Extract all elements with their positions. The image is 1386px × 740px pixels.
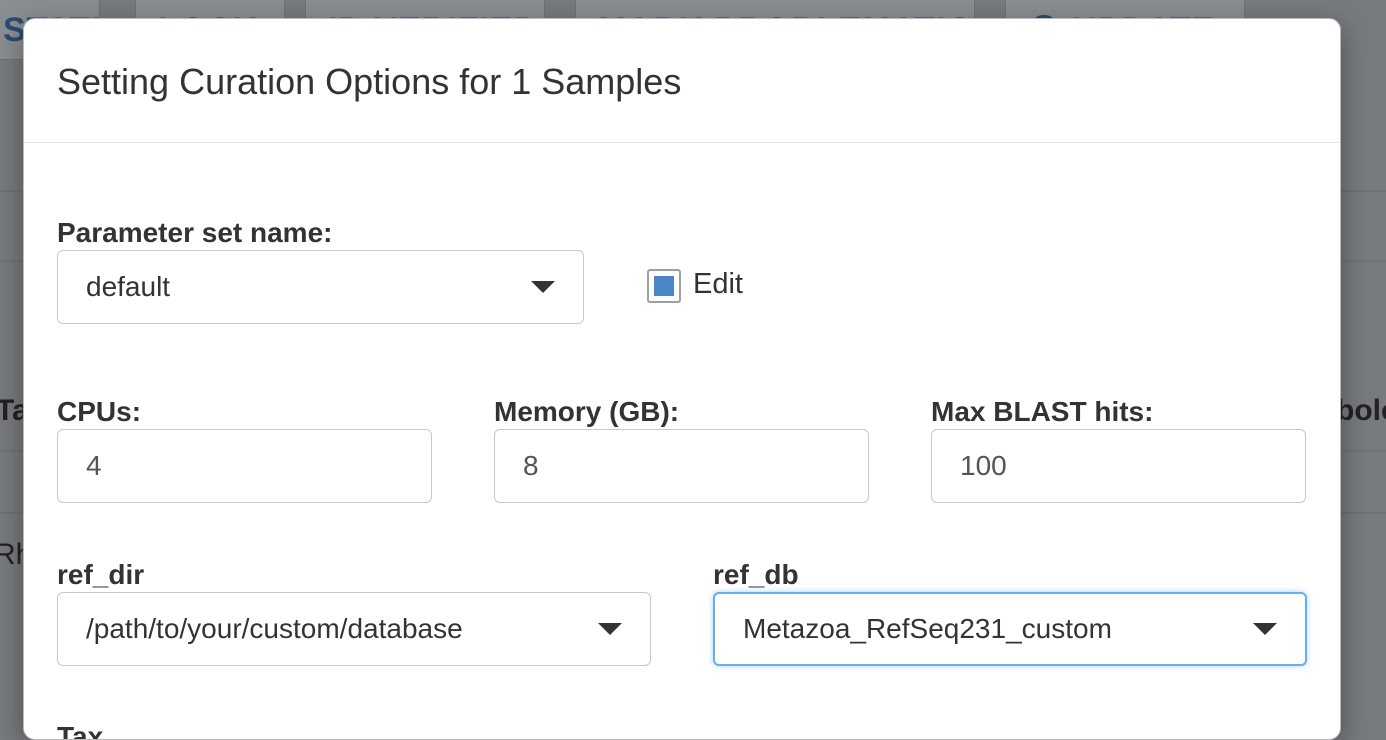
ref-dir-label: ref_dir [57, 559, 145, 590]
max-blast-hits-input[interactable]: 100 [931, 429, 1306, 503]
modal-header: Setting Curation Options for 1 Samples [24, 19, 1340, 143]
memory-value: 8 [523, 450, 539, 481]
cpus-input[interactable]: 4 [57, 429, 432, 503]
parameter-set-value: default [86, 271, 171, 302]
chevron-down-icon [598, 623, 622, 635]
curation-options-modal: Setting Curation Options for 1 Samples P… [23, 18, 1341, 740]
background-column-header: bolo [1336, 394, 1386, 427]
max-blast-hits-label: Max BLAST hits: [931, 396, 1154, 427]
checkbox-checked-indicator [654, 276, 674, 296]
ref-db-select[interactable]: Metazoa_RefSeq231_custom [713, 592, 1307, 666]
chevron-down-icon [1253, 623, 1277, 635]
cpus-value: 4 [86, 450, 102, 481]
next-field-label: Tax... [57, 721, 127, 740]
ref-db-value: Metazoa_RefSeq231_custom [743, 613, 1112, 644]
memory-label: Memory (GB): [494, 396, 680, 427]
cpus-label: CPUs: [57, 396, 142, 427]
memory-input[interactable]: 8 [494, 429, 869, 503]
max-blast-hits-value: 100 [960, 450, 1007, 481]
chevron-down-icon [531, 281, 555, 293]
ref-dir-select[interactable]: /path/to/your/custom/database [57, 592, 651, 666]
modal-title: Setting Curation Options for 1 Samples [57, 61, 682, 102]
ref-dir-value: /path/to/your/custom/database [86, 613, 463, 644]
parameter-set-label: Parameter set name: [57, 217, 333, 248]
edit-checkbox-label[interactable]: Edit [693, 268, 743, 301]
ref-db-label: ref_db [713, 559, 799, 590]
modal-body: Parameter set name: default Edit CPUs: 4… [24, 144, 1340, 740]
edit-checkbox[interactable] [647, 269, 681, 303]
parameter-set-select[interactable]: default [57, 250, 584, 324]
